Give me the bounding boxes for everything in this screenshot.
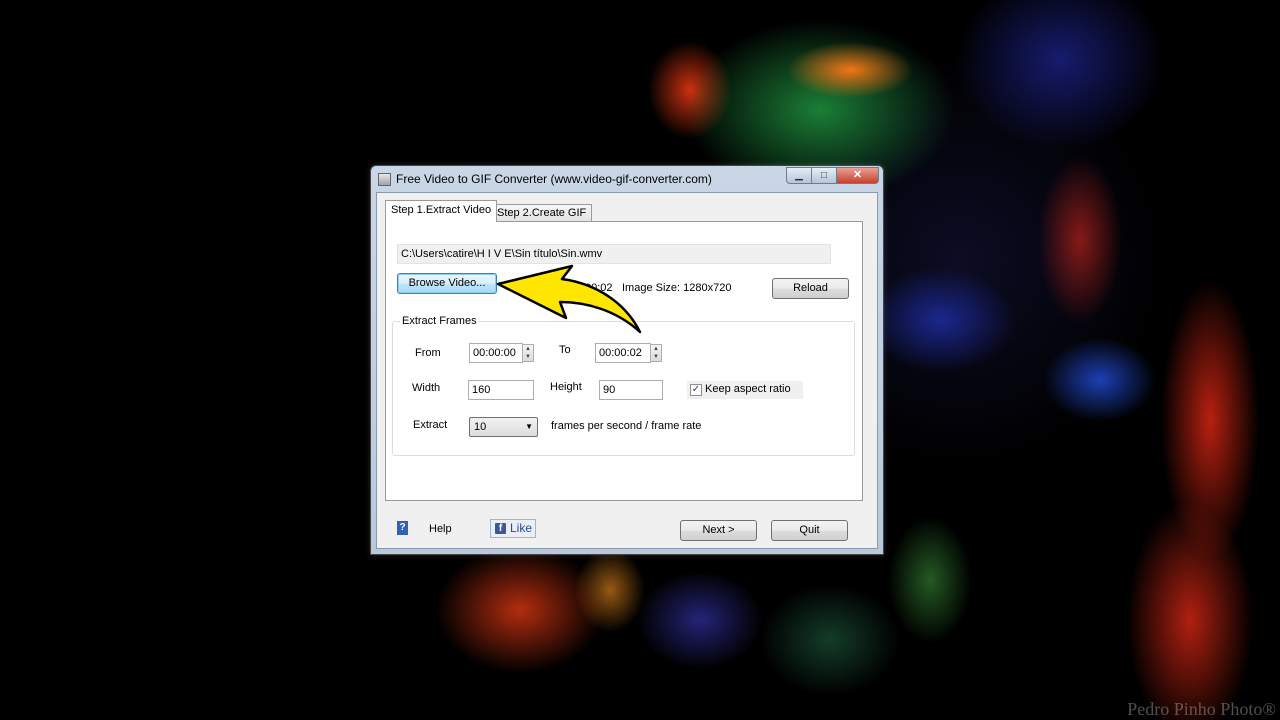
facebook-icon: f — [495, 523, 506, 534]
close-button[interactable]: ✕ — [836, 167, 879, 184]
window-client-area: Step 1.Extract Video Step 2.Create GIF C… — [376, 192, 878, 549]
to-label: To — [559, 344, 571, 356]
to-time-spinner[interactable]: ▲ ▼ — [650, 344, 662, 362]
photo-watermark: Pedro Pinho Photo® — [1127, 699, 1276, 719]
tab-create-gif[interactable]: Step 2.Create GIF — [491, 204, 593, 222]
reload-button[interactable]: Reload — [772, 278, 849, 299]
window-title: Free Video to GIF Converter (www.video-g… — [396, 172, 712, 186]
to-time-input[interactable]: 00:00:02 — [595, 343, 651, 363]
help-link[interactable]: Help — [429, 523, 452, 535]
from-label: From — [415, 347, 441, 359]
quit-button[interactable]: Quit — [771, 520, 848, 541]
help-icon[interactable]: ? — [397, 521, 408, 535]
video-gif-app-icon — [378, 173, 391, 186]
height-label: Height — [550, 381, 582, 393]
like-label: Like — [510, 521, 533, 535]
extract-frames-title: Extract Frames — [400, 315, 479, 327]
facebook-like-button[interactable]: f Like — [490, 519, 536, 538]
from-time-spinner[interactable]: ▲ ▼ — [522, 344, 534, 362]
app-window: Free Video to GIF Converter (www.video-g… — [370, 165, 884, 555]
width-input[interactable]: 160 — [468, 380, 534, 400]
keep-aspect-ratio-checkbox[interactable]: ✓ Keep aspect ratio — [687, 381, 803, 399]
title-bar[interactable]: Free Video to GIF Converter (www.video-g… — [371, 166, 883, 192]
extract-label: Extract — [413, 419, 448, 431]
video-path-field[interactable]: C:\Users\catire\H I V E\Sin título\Sin.w… — [397, 244, 831, 264]
minimize-button[interactable]: ▁ — [786, 167, 812, 184]
browse-video-button[interactable]: Browse Video... — [397, 273, 497, 294]
yellow-arrow-icon — [496, 264, 642, 334]
frame-rate-label: frames per second / frame rate — [551, 420, 702, 432]
frame-rate-select[interactable]: 10 ▼ — [469, 417, 538, 437]
from-time-input[interactable]: 00:00:00 — [469, 343, 523, 363]
frame-rate-value: 10 — [474, 421, 487, 433]
width-label: Width — [412, 382, 441, 394]
checkmark-icon: ✓ — [690, 384, 702, 396]
chevron-down-icon: ▼ — [525, 422, 533, 431]
next-button[interactable]: Next > — [680, 520, 757, 541]
maximize-button[interactable]: □ — [811, 167, 837, 184]
height-input[interactable]: 90 — [599, 380, 663, 400]
tab-extract-video[interactable]: Step 1.Extract Video — [385, 200, 498, 222]
keep-aspect-ratio-label: Keep aspect ratio — [705, 383, 791, 395]
